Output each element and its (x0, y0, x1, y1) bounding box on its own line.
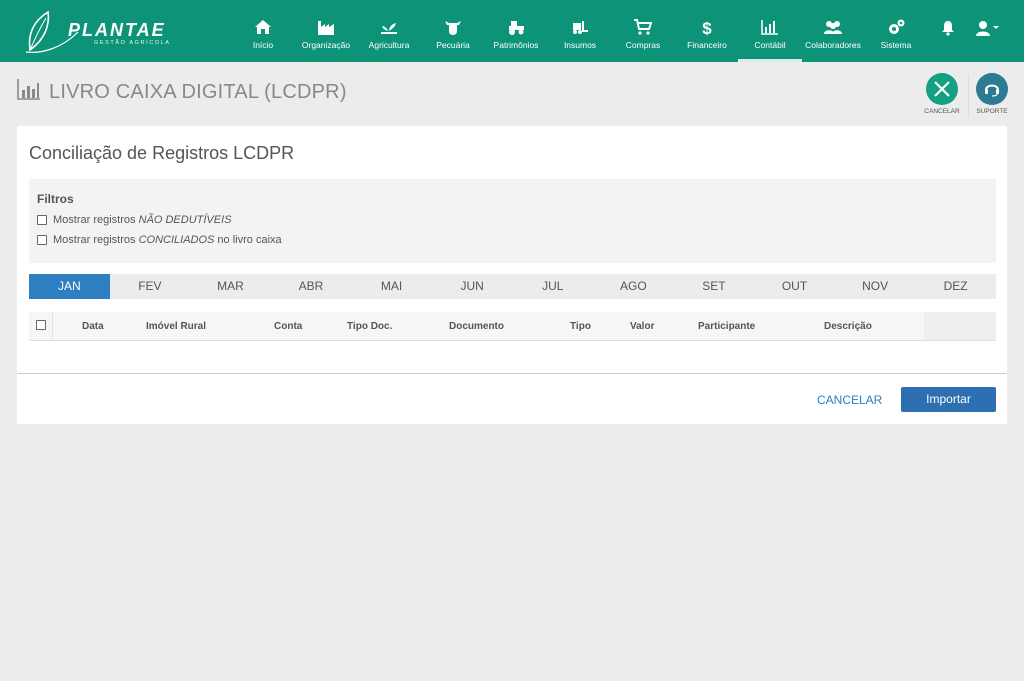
table-header: Data Imóvel Rural Conta Tipo Doc. Docume… (29, 312, 996, 341)
nav-item-contabil[interactable]: Contábil (738, 0, 802, 62)
actions-column (924, 312, 996, 340)
tab-set[interactable]: SET (674, 274, 755, 299)
support-label: SUPORTE (976, 108, 1008, 115)
nav-item-compras[interactable]: Compras (625, 0, 661, 62)
tab-mar[interactable]: MAR (190, 274, 271, 299)
cart-icon (634, 19, 653, 35)
nav-label: Colaboradores (805, 40, 861, 50)
nav-item-organizacao[interactable]: Organização (301, 0, 351, 62)
close-circle (926, 73, 958, 105)
filter-label: Mostrar registros (53, 214, 139, 226)
brand-name: PLANTAE (68, 20, 166, 40)
col-documento[interactable]: Documento (449, 321, 504, 332)
footer-divider (17, 373, 1007, 374)
nav-item-financeiro[interactable]: $ Financeiro (685, 0, 729, 62)
tab-jun[interactable]: JUN (432, 274, 513, 299)
nav-label: Organização (301, 40, 351, 50)
col-participante[interactable]: Participante (698, 321, 755, 332)
chart-icon (17, 79, 40, 100)
nav-label: Financeiro (687, 40, 727, 50)
card-title: Conciliação de Registros LCDPR (29, 143, 295, 163)
chart-icon (761, 20, 778, 35)
factory-icon (318, 21, 334, 35)
nav-item-insumos[interactable]: Insumos (562, 0, 598, 62)
filters-title: Filtros (37, 192, 74, 206)
nav-item-patrimonios[interactable]: Patrimônios (493, 0, 539, 62)
tab-abr[interactable]: ABR (271, 274, 352, 299)
home-icon (255, 20, 271, 34)
forklift-icon (573, 21, 588, 34)
brand-tagline: GESTÃO AGRÍCOLA (94, 40, 171, 46)
cow-icon (445, 21, 461, 35)
support-circle (976, 73, 1008, 105)
nav-item-pecuaria[interactable]: Pecuária (435, 0, 471, 62)
col-tipo[interactable]: Tipo (570, 321, 591, 332)
page-title: LIVRO CAIXA DIGITAL (LCDPR) (49, 81, 347, 103)
nav-item-sistema[interactable]: Sistema (878, 0, 914, 62)
checkbox[interactable] (37, 235, 47, 245)
nav-label: Insumos (563, 40, 597, 50)
nav-label: Agricultura (368, 40, 410, 50)
import-button[interactable]: Importar (901, 387, 996, 412)
month-tabs: JAN FEV MAR ABR MAI JUN JUL AGO SET OUT … (29, 274, 996, 299)
filter-suffix: no livro caixa (214, 234, 282, 246)
nav-item-colaboradores[interactable]: Colaboradores (805, 0, 861, 62)
col-conta[interactable]: Conta (274, 321, 302, 332)
user-menu-icon[interactable] (976, 20, 1000, 36)
tab-jan[interactable]: JAN (29, 274, 110, 299)
nav-item-inicio[interactable]: Início (248, 0, 278, 62)
nav-label: Início (252, 40, 274, 50)
nav-label: Sistema (880, 40, 912, 50)
nav-item-agricultura[interactable]: Agricultura (366, 0, 412, 62)
users-icon (824, 21, 842, 34)
gears-icon (889, 19, 905, 34)
tab-nov[interactable]: NOV (835, 274, 916, 299)
top-navbar: PLANTAE GESTÃO AGRÍCOLA Início Organizaç… (0, 0, 1024, 62)
filter-conciliados[interactable]: Mostrar registros CONCILIADOS no livro c… (37, 234, 282, 246)
tab-out[interactable]: OUT (754, 274, 835, 299)
select-all-checkbox[interactable] (36, 320, 46, 330)
select-all-cell (29, 312, 53, 340)
tab-ago[interactable]: AGO (593, 274, 674, 299)
tab-dez[interactable]: DEZ (915, 274, 996, 299)
tractor-icon (509, 21, 524, 35)
plantae-logo[interactable]: PLANTAE GESTÃO AGRÍCOLA (22, 6, 172, 56)
filter-label: Mostrar registros (53, 234, 139, 246)
filter-emphasis: NÃO DEDUTÍVEIS (138, 214, 232, 226)
cancel-button[interactable]: CANCELAR (817, 393, 882, 407)
col-imovel-rural[interactable]: Imóvel Rural (146, 321, 206, 332)
nav-label: Patrimônios (493, 40, 539, 50)
svg-text:$: $ (702, 19, 712, 36)
nav-label: Pecuária (436, 40, 470, 50)
close-icon (934, 81, 950, 97)
cancel-label: CANCELAR (924, 108, 960, 115)
reconciliation-card: Conciliação de Registros LCDPR Filtros M… (17, 126, 1007, 424)
dollar-icon: $ (702, 19, 712, 36)
col-data[interactable]: Data (82, 321, 104, 332)
tab-mai[interactable]: MAI (351, 274, 432, 299)
bell-icon[interactable] (941, 20, 955, 36)
header-cancel-button[interactable]: CANCELAR (919, 73, 965, 115)
tab-fev[interactable]: FEV (110, 274, 191, 299)
col-tipo-doc[interactable]: Tipo Doc. (347, 321, 392, 332)
col-descricao[interactable]: Descrição (824, 321, 872, 332)
filters-panel: Filtros Mostrar registros NÃO DEDUTÍVEIS… (29, 179, 996, 263)
filter-emphasis: CONCILIADOS (138, 234, 215, 246)
nav-label: Compras (625, 40, 661, 50)
tab-jul[interactable]: JUL (512, 274, 593, 299)
headset-icon (985, 84, 999, 97)
plant-icon (381, 23, 397, 34)
support-button[interactable]: SUPORTE (969, 73, 1015, 115)
checkbox[interactable] (37, 215, 47, 225)
col-valor[interactable]: Valor (630, 321, 654, 332)
filter-nao-dedutiveis[interactable]: Mostrar registros NÃO DEDUTÍVEIS (37, 214, 231, 226)
nav-label: Contábil (754, 40, 786, 50)
